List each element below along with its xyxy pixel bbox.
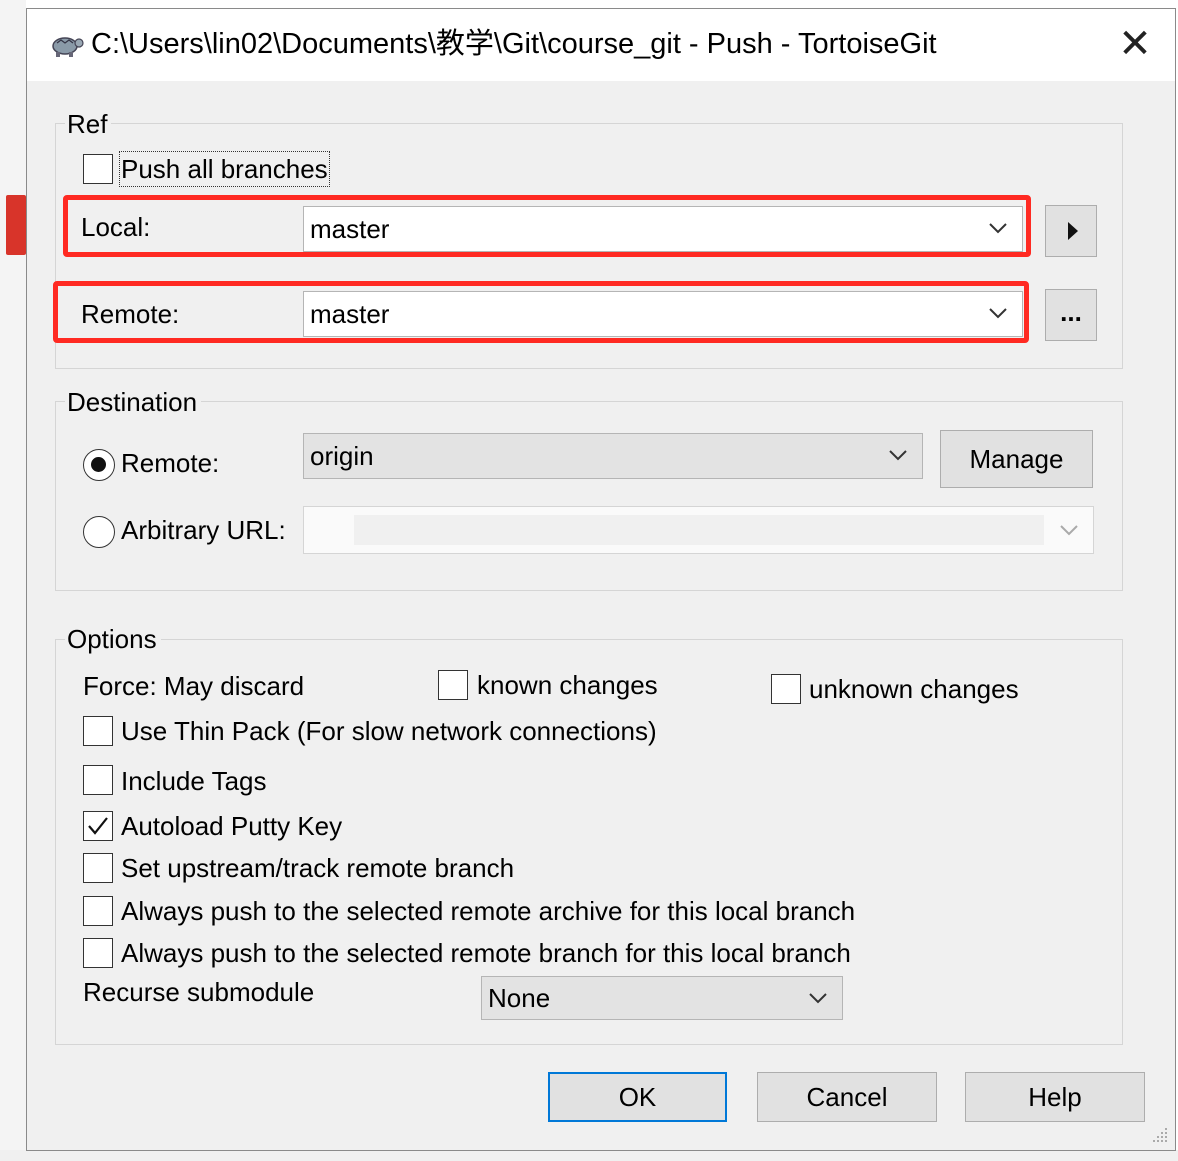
thin-pack-label[interactable]: Use Thin Pack (For slow network connecti… [121,715,657,747]
remote-radio-label[interactable]: Remote: [121,447,219,479]
known-changes-checkbox[interactable] [438,670,468,700]
recurse-submodule-combobox[interactable]: None [481,976,843,1020]
local-branch-combobox[interactable]: master [303,206,1023,252]
title-bar[interactable]: C:\Users\lin02\Documents\教学\Git\course_g… [27,9,1175,81]
chevron-down-icon [989,223,1007,234]
window-title: C:\Users\lin02\Documents\教学\Git\course_g… [91,28,937,60]
arbitrary-url-label[interactable]: Arbitrary URL: [121,514,286,546]
remote-value: origin [310,441,374,471]
options-group-title: Options [65,624,161,654]
unknown-changes-label[interactable]: unknown changes [809,673,1019,705]
tortoise-icon [52,37,84,57]
arbitrary-url-radio[interactable] [83,516,115,548]
close-button[interactable]: ✕ [1115,24,1155,65]
always-archive-label[interactable]: Always push to the selected remote archi… [121,895,855,927]
radio-dot [91,457,106,472]
include-tags-checkbox[interactable] [83,765,113,795]
manage-button[interactable]: Manage [940,430,1093,488]
chevron-down-icon [989,308,1007,319]
autoload-putty-label[interactable]: Autoload Putty Key [121,810,342,842]
force-label: Force: May discard [83,671,305,701]
arbitrary-url-combobox[interactable] [303,506,1094,554]
push-all-branches-label[interactable]: Push all branches [119,151,330,187]
cancel-button[interactable]: Cancel [757,1072,937,1122]
always-branch-checkbox[interactable] [83,938,113,968]
chevron-down-icon [889,450,907,461]
remote-branch-value: master [310,299,390,329]
remote-branch-label: Remote: [81,299,180,329]
url-input-area[interactable] [354,515,1044,545]
chevron-down-icon [1060,525,1078,536]
ok-button[interactable]: OK [548,1072,727,1122]
set-upstream-label[interactable]: Set upstream/track remote branch [121,852,514,884]
push-dialog: C:\Users\lin02\Documents\教学\Git\course_g… [26,8,1176,1151]
remote-radio[interactable] [83,449,115,481]
recurse-submodule-value: None [488,983,551,1013]
destination-group-title: Destination [65,387,202,417]
help-button[interactable]: Help [965,1072,1145,1122]
autoload-putty-checkbox[interactable] [83,811,113,841]
set-upstream-checkbox[interactable] [83,853,113,883]
known-changes-label[interactable]: known changes [477,669,658,701]
local-select-button[interactable] [1045,205,1097,257]
background-window [0,0,26,1161]
resize-grip-icon[interactable] [1151,1126,1169,1144]
background-window-bottom [0,1150,1178,1161]
remote-branch-combobox[interactable]: master [303,291,1023,337]
always-archive-checkbox[interactable] [83,896,113,926]
background-decoration [6,195,26,255]
thin-pack-checkbox[interactable] [83,716,113,746]
ref-group-title: Ref [65,109,112,139]
remote-browse-button[interactable]: ... [1045,289,1097,341]
unknown-changes-checkbox[interactable] [771,674,801,704]
push-all-branches-checkbox[interactable] [83,154,113,184]
always-branch-label[interactable]: Always push to the selected remote branc… [121,937,851,969]
local-branch-value: master [310,214,390,244]
include-tags-label[interactable]: Include Tags [121,765,267,797]
remote-combobox[interactable]: origin [303,433,923,479]
chevron-down-icon [809,993,827,1004]
play-arrow-icon [1068,222,1078,240]
checkmark-icon [88,817,108,835]
recurse-submodule-label: Recurse submodule [83,977,315,1007]
local-label: Local: [81,212,151,242]
